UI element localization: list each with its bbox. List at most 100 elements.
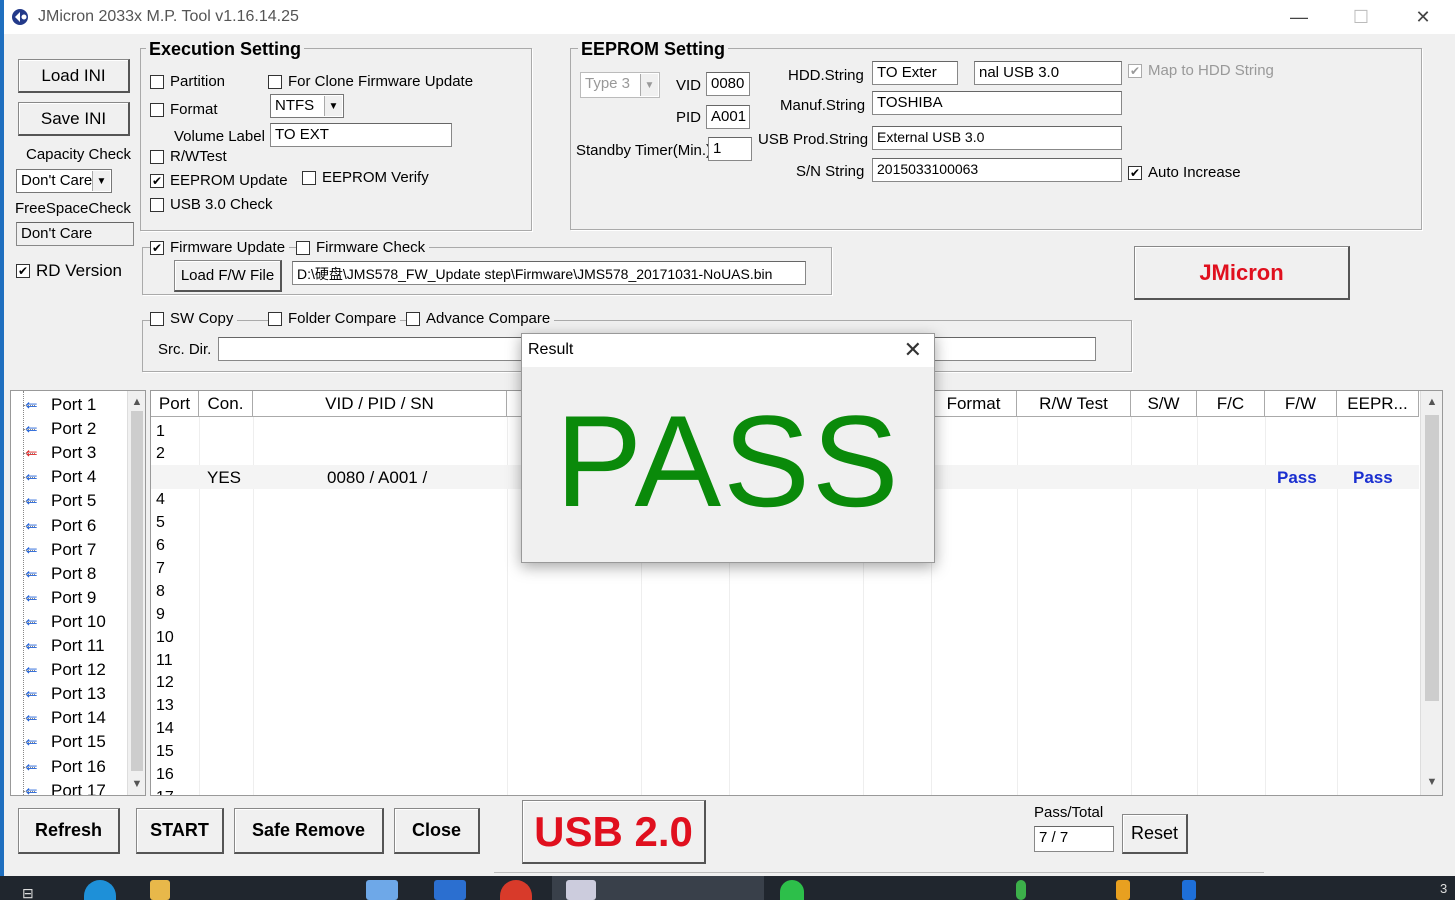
- port-tree-item[interactable]: ⇐ Port 12: [23, 658, 106, 682]
- port-tree-item[interactable]: ⇐ Port 3: [23, 441, 96, 465]
- app-icon[interactable]: [366, 880, 398, 900]
- port-tree-item[interactable]: ⇐ Port 6: [23, 514, 96, 538]
- load-ini-button[interactable]: Load INI: [18, 59, 130, 93]
- eeprom-type-select[interactable]: Type 3 ▼: [580, 72, 660, 98]
- wechat-icon[interactable]: [780, 880, 804, 900]
- col-header-port[interactable]: Port: [151, 391, 199, 417]
- hdd-string-input-2[interactable]: nal USB 3.0: [974, 61, 1122, 85]
- reset-button[interactable]: Reset: [1122, 814, 1188, 854]
- col-header-rwtest[interactable]: R/W Test: [1017, 391, 1131, 417]
- col-header-format[interactable]: Format: [931, 391, 1017, 417]
- port-tree-item[interactable]: ⇐ Port 11: [23, 634, 105, 658]
- grid-scrollbar[interactable]: ▲ ▼: [1420, 391, 1442, 795]
- partition-checkbox[interactable]: Partition: [150, 73, 225, 90]
- hdd-string-input-1[interactable]: TO Exter: [872, 61, 958, 85]
- usb3-check-checkbox[interactable]: USB 3.0 Check: [150, 196, 273, 213]
- rd-version-checkbox[interactable]: ✔ RD Version: [16, 261, 122, 281]
- port-tree-item[interactable]: ⇐ Port 15: [23, 730, 106, 754]
- port-tree-item[interactable]: ⇐ Port 16: [23, 755, 106, 779]
- port-tree-item[interactable]: ⇐ Port 13: [23, 682, 106, 706]
- auto-increase-checkbox[interactable]: ✔ Auto Increase: [1128, 164, 1241, 181]
- row-number: 4: [156, 491, 165, 509]
- port-tree-item[interactable]: ⇐ Port 17: [23, 779, 106, 795]
- close-icon[interactable]: ✕: [904, 337, 922, 363]
- safe-remove-button[interactable]: Safe Remove: [234, 808, 384, 854]
- jmicron-task-icon[interactable]: [566, 880, 596, 900]
- format-select[interactable]: NTFS ▼: [270, 94, 344, 118]
- minimize-button[interactable]: —: [1268, 0, 1330, 34]
- tray-icon-1[interactable]: [1016, 880, 1026, 900]
- scroll-up-icon[interactable]: ▲: [128, 393, 145, 411]
- refresh-button[interactable]: Refresh: [18, 808, 120, 854]
- map-to-hdd-checkbox[interactable]: ✔ Map to HDD String: [1128, 62, 1274, 79]
- load-fw-file-button[interactable]: Load F/W File: [174, 260, 282, 292]
- volume-label-input[interactable]: TO EXT: [270, 123, 452, 147]
- folder-icon[interactable]: [150, 880, 170, 900]
- col-header-vidpid[interactable]: VID / PID / SN: [253, 391, 507, 417]
- port-label: Port 12: [51, 660, 106, 680]
- firmware-update-checkbox[interactable]: ✔ Firmware Update: [150, 239, 290, 256]
- sw-copy-label: SW Copy: [170, 310, 234, 327]
- col-header-fc[interactable]: F/C: [1197, 391, 1265, 417]
- port-tree-item[interactable]: ⇐ Port 14: [23, 706, 106, 730]
- clock[interactable]: 3: [1440, 880, 1452, 900]
- usb-prod-string-input[interactable]: External USB 3.0: [872, 126, 1122, 150]
- scroll-thumb[interactable]: [1425, 415, 1439, 701]
- eeprom-verify-checkbox[interactable]: EEPROM Verify: [302, 169, 429, 186]
- pid-input[interactable]: A001: [706, 105, 750, 129]
- tray-icon-3[interactable]: [1182, 880, 1196, 900]
- scroll-thumb[interactable]: [131, 411, 143, 771]
- scroll-up-icon[interactable]: ▲: [1421, 393, 1442, 411]
- rw-test-label: R/WTest: [170, 148, 227, 165]
- col-header-eepr[interactable]: EEPR...: [1337, 391, 1419, 417]
- row-number: 14: [156, 720, 174, 738]
- free-space-label: FreeSpaceCheck: [15, 200, 131, 217]
- check-icon: ✔: [150, 173, 164, 188]
- fw-path-input[interactable]: D:\硬盘\JMS578_FW_Update step\Firmware\JMS…: [292, 261, 806, 285]
- firmware-check-checkbox[interactable]: Firmware Check: [296, 239, 430, 256]
- capacity-check-select[interactable]: Don't Care ▼: [16, 169, 112, 193]
- free-space-field[interactable]: Don't Care: [16, 222, 134, 246]
- col-header-con[interactable]: Con.: [199, 391, 253, 417]
- clone-firmware-checkbox[interactable]: For Clone Firmware Update: [268, 73, 473, 90]
- port-tree-item[interactable]: ⇐ Port 7: [23, 538, 96, 562]
- sn-string-input[interactable]: 2015033100063: [872, 158, 1122, 182]
- eeprom-update-label: EEPROM Update: [170, 172, 288, 189]
- col-header-sw[interactable]: S/W: [1131, 391, 1197, 417]
- port-tree-item[interactable]: ⇐ Port 2: [23, 417, 96, 441]
- format-checkbox[interactable]: Format: [150, 101, 218, 118]
- save-ini-button[interactable]: Save INI: [18, 102, 130, 136]
- scroll-down-icon[interactable]: ▼: [1421, 773, 1442, 791]
- start-button[interactable]: START: [136, 808, 224, 854]
- eeprom-verify-label: EEPROM Verify: [322, 169, 429, 186]
- standby-timer-input[interactable]: 1: [708, 137, 752, 161]
- port-tree-item[interactable]: ⇐ Port 5: [23, 489, 96, 513]
- search-icon[interactable]: ⊟: [20, 880, 46, 900]
- mail-icon[interactable]: [434, 880, 466, 900]
- port-tree-item[interactable]: ⇐ Port 4: [23, 465, 96, 489]
- close-button[interactable]: Close: [394, 808, 480, 854]
- col-header-fw[interactable]: F/W: [1265, 391, 1337, 417]
- sw-copy-checkbox[interactable]: SW Copy: [150, 310, 238, 327]
- row-number: 15: [156, 743, 174, 761]
- folder-compare-checkbox[interactable]: Folder Compare: [268, 310, 401, 327]
- eeprom-update-checkbox[interactable]: ✔ EEPROM Update: [150, 172, 288, 189]
- port-tree-scrollbar[interactable]: ▲ ▼: [127, 391, 145, 795]
- chrome-icon[interactable]: [500, 880, 532, 900]
- rw-test-checkbox[interactable]: R/WTest: [150, 148, 227, 165]
- scroll-down-icon[interactable]: ▼: [128, 775, 145, 793]
- port-tree-item[interactable]: ⇐ Port 1: [23, 393, 96, 417]
- jmicron-brand-button[interactable]: JMicron: [1134, 246, 1350, 300]
- vid-input[interactable]: 0080: [706, 72, 750, 96]
- maximize-button[interactable]: ☐: [1330, 0, 1392, 34]
- tray-icon-2[interactable]: [1116, 880, 1130, 900]
- close-window-button[interactable]: ✕: [1392, 0, 1454, 34]
- port-tree-item[interactable]: ⇐ Port 9: [23, 586, 96, 610]
- manuf-string-input[interactable]: TOSHIBA: [872, 91, 1122, 115]
- port-tree-item[interactable]: ⇐ Port 10: [23, 610, 106, 634]
- firmware-check-label: Firmware Check: [316, 239, 426, 256]
- auto-increase-label: Auto Increase: [1148, 164, 1241, 181]
- advance-compare-checkbox[interactable]: Advance Compare: [406, 310, 555, 327]
- port-tree-item[interactable]: ⇐ Port 8: [23, 562, 96, 586]
- edge-browser-icon[interactable]: [84, 880, 116, 900]
